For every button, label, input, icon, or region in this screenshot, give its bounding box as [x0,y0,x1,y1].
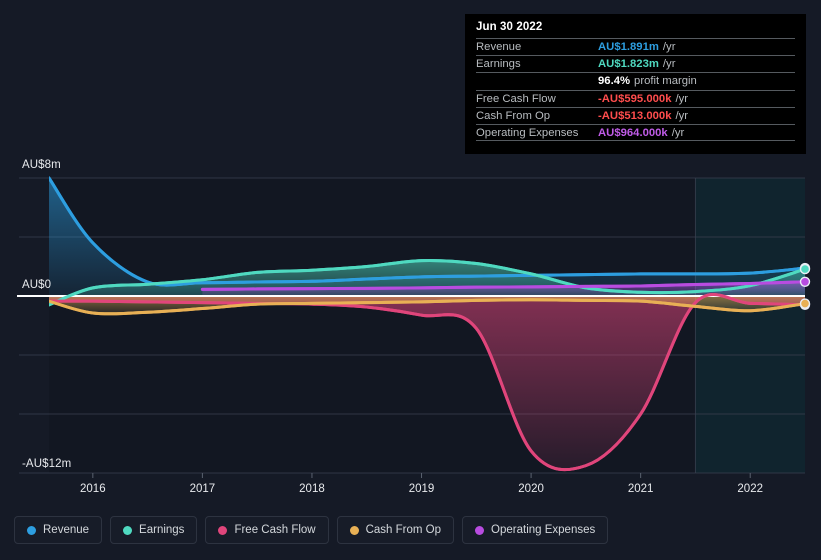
tooltip-rows: Revenue AU$1.891m/yr Earnings AU$1.823m/yr 9… [476,38,795,142]
legend-item-label: Free Cash Flow [234,524,316,536]
legend-item-free-cash-flow[interactable]: Free Cash Flow [205,516,329,544]
x-axis-tick-2019: 2019 [408,483,435,495]
series-endpoint-cash-from-op [799,298,811,309]
financial-chart-page: AU$8m AU$0 -AU$12m 2016 2017 2018 2019 2020 2… [0,0,821,560]
legend-color-dot-icon [27,525,36,535]
legend-color-dot-icon [123,525,133,535]
tooltip-row-value: -AU$595.000k [598,92,672,105]
tooltip-row-value: -AU$513.000k [598,109,672,122]
legend-color-dot-icon [218,525,228,535]
series-endpoint-operating-expenses [799,276,811,287]
tooltip-row-key: Free Cash Flow [476,92,556,105]
tooltip-row-key: Revenue [476,41,522,54]
tooltip-row-unit: /yr [671,126,685,139]
tooltip-row: Revenue AU$1.891m/yr [476,38,795,55]
tooltip-row-unit: /yr [662,41,676,54]
tooltip-row-value: AU$1.823m [598,58,659,71]
x-axis-tick-2017: 2017 [189,483,216,495]
legend-item-cash-from-op[interactable]: Cash From Op [336,516,455,544]
chart-legend: Revenue Earnings Free Cash Flow Cash From O… [14,516,609,544]
y-axis-label-zero: AU$0 [22,279,52,291]
tooltip-row-unit: profit margin [634,75,697,88]
tooltip-date: Jun 30 2022 [476,21,543,33]
tooltip-row-key: Earnings [476,58,521,71]
tooltip-row: Operating Expenses AU$964.000k/yr [476,123,795,142]
tooltip-row-value: AU$1.891m [598,41,659,54]
tooltip-row: Earnings AU$1.823m/yr [476,55,795,72]
y-axis-label-bottom: -AU$12m [22,458,72,470]
tooltip-row-value: AU$964.000k [598,126,668,139]
legend-item-revenue[interactable]: Revenue [14,516,103,544]
legend-item-label: Cash From Op [365,524,442,536]
legend-color-dot-icon [349,525,359,535]
tooltip-row: Cash From Op -AU$513.000k/yr [476,106,795,124]
tooltip-row-value: 96.4% [598,75,631,88]
x-axis-tick-2016: 2016 [80,483,106,495]
tooltip-row-unit: /yr [662,58,676,71]
x-axis-tick-2018: 2018 [299,483,325,495]
tooltip-row-key: Cash From Op [476,109,551,122]
tooltip-row: 96.4% profit margin [476,72,795,89]
legend-item-earnings[interactable]: Earnings [110,516,198,544]
x-axis-tick-2022: 2022 [737,483,763,495]
chart-tooltip: Jun 30 2022 Revenue AU$1.891m/yr Earnings A… [465,14,806,154]
legend-color-dot-icon [475,525,485,535]
legend-item-operating-expenses[interactable]: Operating Expenses [462,516,609,544]
tooltip-row-key: Operating Expenses [476,126,579,139]
legend-item-label: Operating Expenses [491,524,596,536]
x-axis-tick-2020: 2020 [518,483,544,495]
legend-item-label: Earnings [139,524,185,536]
x-axis-tick-2021: 2021 [627,483,654,495]
tooltip-row: Free Cash Flow -AU$595.000k/yr [476,89,795,107]
series-endpoint-earnings [799,263,811,275]
legend-item-label: Revenue [43,524,90,536]
tooltip-row-unit: /yr [675,92,689,105]
y-axis-label-top: AU$8m [22,159,61,171]
tooltip-row-unit: /yr [675,109,689,122]
